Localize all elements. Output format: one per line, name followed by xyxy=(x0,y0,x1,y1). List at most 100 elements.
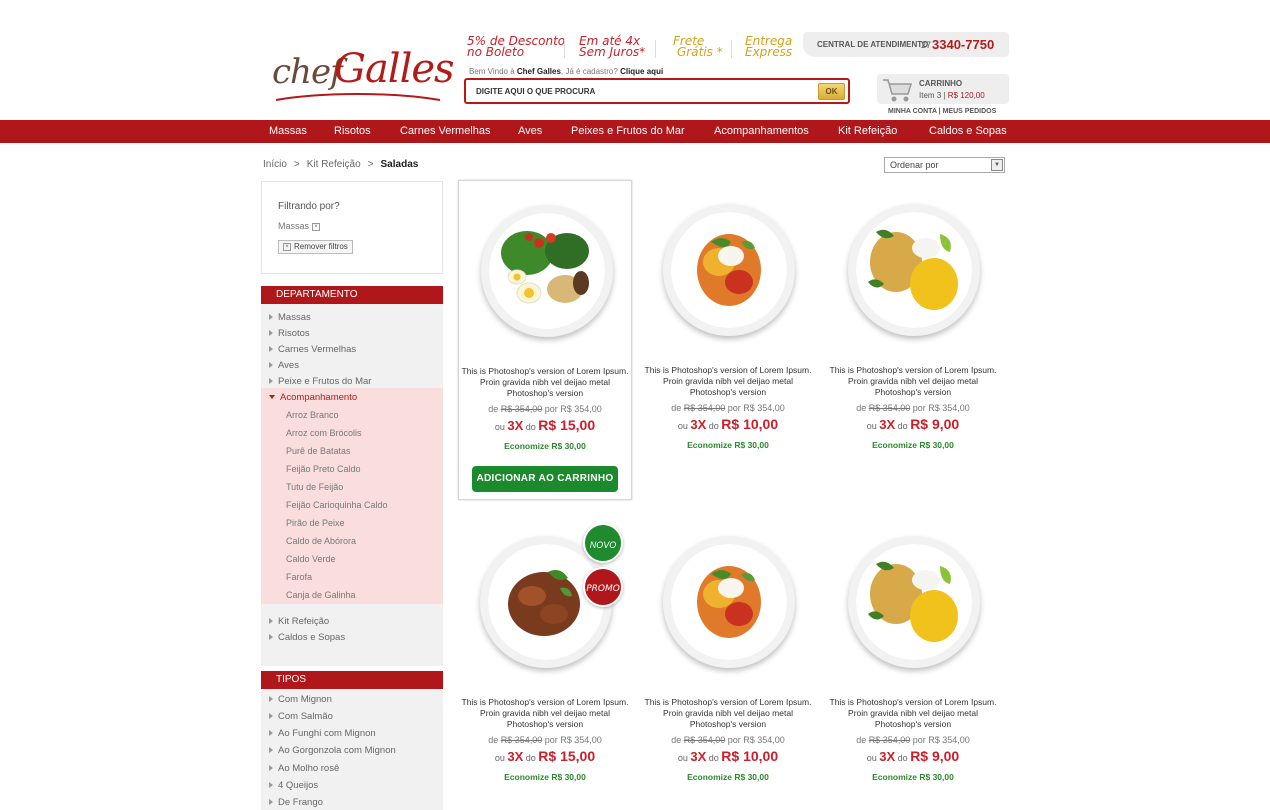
breadcrumb-parent[interactable]: Kit Refeição xyxy=(307,159,361,170)
product-image[interactable] xyxy=(481,205,613,337)
product-image[interactable] xyxy=(663,536,795,668)
type-item[interactable]: Com Mignon xyxy=(269,694,332,705)
department-panel: DEPARTAMENTO Massas Risotos Carnes Verme… xyxy=(261,286,443,666)
salad-dish-image xyxy=(489,213,605,329)
search-bar[interactable]: DIGITE AQUI O QUE PROCURA OK xyxy=(464,78,850,104)
product-card[interactable]: NOVO PROMO This is Photoshop's version o… xyxy=(458,512,632,810)
product-title[interactable]: This is Photoshop's version of Lorem Ips… xyxy=(641,697,815,730)
type-item[interactable]: Ao Molho rosê xyxy=(269,763,339,774)
subcat-item[interactable]: Purê de Batatas xyxy=(286,446,351,456)
dept-item-acompanhamento[interactable]: Acompanhamento xyxy=(269,392,357,403)
product-card[interactable]: This is Photoshop's version of Lorem Ips… xyxy=(458,180,632,500)
chevron-down-icon: ▼ xyxy=(991,159,1003,171)
product-card[interactable]: This is Photoshop's version of Lorem Ips… xyxy=(826,512,1000,810)
caret-right-icon xyxy=(269,314,273,321)
type-item[interactable]: Com Salmão xyxy=(269,711,333,722)
product-old-price: de R$ 354,00 por R$ 354,00 xyxy=(671,735,785,745)
product-card[interactable]: This is Photoshop's version of Lorem Ips… xyxy=(641,512,815,810)
product-savings: Economize R$ 30,00 xyxy=(687,440,769,450)
product-image[interactable] xyxy=(848,204,980,336)
my-account-link[interactable]: MINHA CONTA xyxy=(888,108,937,115)
search-button[interactable]: OK xyxy=(818,83,845,100)
main-nav: Massas Risotos Carnes Vermelhas Aves Pei… xyxy=(0,120,1270,143)
dept-item-aves[interactable]: Aves xyxy=(269,360,299,371)
caret-right-icon xyxy=(269,799,273,806)
promo-divider xyxy=(731,40,732,58)
search-input[interactable]: DIGITE AQUI O QUE PROCURA xyxy=(476,87,595,96)
product-title[interactable]: This is Photoshop's version of Lorem Ips… xyxy=(826,697,1000,730)
nav-item-acompanhamentos[interactable]: Acompanhamentos xyxy=(714,125,809,137)
nav-item-peixes[interactable]: Peixes e Frutos do Mar xyxy=(571,125,685,137)
remove-filters-button[interactable]: × Remover filtros xyxy=(278,240,353,254)
remove-tag-icon[interactable]: × xyxy=(312,222,321,231)
caret-right-icon xyxy=(269,330,273,337)
promo-parcelamento: Em até 4x Sem Juros* xyxy=(579,34,646,59)
nav-item-caldos-sopas[interactable]: Caldos e Sopas xyxy=(929,125,1007,137)
subcat-item[interactable]: Caldo de Abórora xyxy=(286,536,356,546)
welcome-message: Bem Vindo à Chef Galles, Já é cadastro? … xyxy=(469,67,664,76)
caret-right-icon xyxy=(269,618,273,625)
nav-item-aves[interactable]: Aves xyxy=(518,125,542,137)
product-old-price: de R$ 354,00 por R$ 354,00 xyxy=(488,735,602,745)
shopping-cart-icon xyxy=(883,79,913,102)
product-card[interactable]: This is Photoshop's version of Lorem Ips… xyxy=(826,180,1000,500)
product-image[interactable] xyxy=(848,536,980,668)
types-heading: TIPOS xyxy=(261,671,443,689)
department-heading: DEPARTAMENTO xyxy=(261,286,443,304)
salad-dish-image xyxy=(671,212,787,328)
filter-tag: Massas × xyxy=(278,221,321,231)
product-image[interactable] xyxy=(663,204,795,336)
filter-title: Filtrando por? xyxy=(278,201,340,212)
type-item[interactable]: 4 Queijos xyxy=(269,780,318,791)
brand-logo[interactable]: chef Galles xyxy=(272,46,455,110)
dept-item-massas[interactable]: Massas xyxy=(269,312,311,323)
subcat-item[interactable]: Pirão de Peixe xyxy=(286,518,345,528)
caret-right-icon xyxy=(269,696,273,703)
product-card[interactable]: This is Photoshop's version of Lorem Ips… xyxy=(641,180,815,500)
product-title[interactable]: This is Photoshop's version of Lorem Ips… xyxy=(458,697,632,730)
register-link[interactable]: Clique aqui xyxy=(620,67,663,76)
promo-frete: Frete Grátis * xyxy=(673,34,723,59)
phone-area-code: 27 xyxy=(921,40,932,50)
dept-item-carnes[interactable]: Carnes Vermelhas xyxy=(269,344,356,355)
caret-down-icon xyxy=(269,395,275,400)
product-installment: ou 3X do R$ 15,00 xyxy=(494,417,596,433)
dept-item-kit-refeicao[interactable]: Kit Refeição xyxy=(269,616,329,627)
product-old-price: de R$ 354,00 por R$ 354,00 xyxy=(856,735,970,745)
my-orders-link[interactable]: MEUS PEDIDOS xyxy=(943,108,997,115)
nav-item-carnes-vermelhas[interactable]: Carnes Vermelhas xyxy=(400,125,491,137)
caret-right-icon xyxy=(269,765,273,772)
subcat-item[interactable]: Feijão Preto Caldo xyxy=(286,464,361,474)
subcat-item[interactable]: Farofa xyxy=(286,572,312,582)
type-item[interactable]: Ao Funghi com Mignon xyxy=(269,728,376,739)
sort-selected-value: Ordenar por xyxy=(890,160,939,170)
nav-item-risotos[interactable]: Risotos xyxy=(334,125,371,137)
breadcrumb-home[interactable]: Início xyxy=(263,159,287,170)
cart-widget[interactable]: CARRINHO Item 3 | R$ 120,00 xyxy=(877,74,1009,104)
product-title[interactable]: This is Photoshop's version of Lorem Ips… xyxy=(826,365,1000,398)
product-title[interactable]: This is Photoshop's version of Lorem Ips… xyxy=(459,366,631,399)
subcat-item[interactable]: Tutu de Feijão xyxy=(286,482,343,492)
nav-item-massas[interactable]: Massas xyxy=(269,125,307,137)
product-savings: Economize R$ 30,00 xyxy=(687,772,769,782)
nav-item-kit-refeicao[interactable]: Kit Refeição xyxy=(838,125,897,137)
subcat-item[interactable]: Caldo Verde xyxy=(286,554,336,564)
caret-right-icon xyxy=(269,362,273,369)
phone-number: 3340-7750 xyxy=(932,37,995,52)
subcat-item[interactable]: Arroz com Brócolis xyxy=(286,428,362,438)
product-title[interactable]: This is Photoshop's version of Lorem Ips… xyxy=(641,365,815,398)
subcat-item[interactable]: Arroz Branco xyxy=(286,410,339,420)
caret-right-icon xyxy=(269,634,273,641)
sort-select[interactable]: Ordenar por ▼ xyxy=(884,157,1005,173)
caret-right-icon xyxy=(269,346,273,353)
subcat-item[interactable]: Feijão Carioquinha Caldo xyxy=(286,500,388,510)
dept-item-caldos[interactable]: Caldos e Sopas xyxy=(269,632,345,643)
type-item[interactable]: De Frango xyxy=(269,797,323,808)
add-to-cart-button[interactable]: ADICIONAR AO CARRINHO xyxy=(472,466,618,492)
subcat-item[interactable]: Canja de Galinha xyxy=(286,590,356,600)
dept-item-peixe[interactable]: Peixe e Frutos do Mar xyxy=(269,376,371,387)
product-installment: ou 3X do R$ 9,00 xyxy=(866,748,960,764)
type-item[interactable]: Ao Gorgonzola com Mignon xyxy=(269,745,396,756)
caret-right-icon xyxy=(269,713,273,720)
dept-item-risotos[interactable]: Risotos xyxy=(269,328,310,339)
